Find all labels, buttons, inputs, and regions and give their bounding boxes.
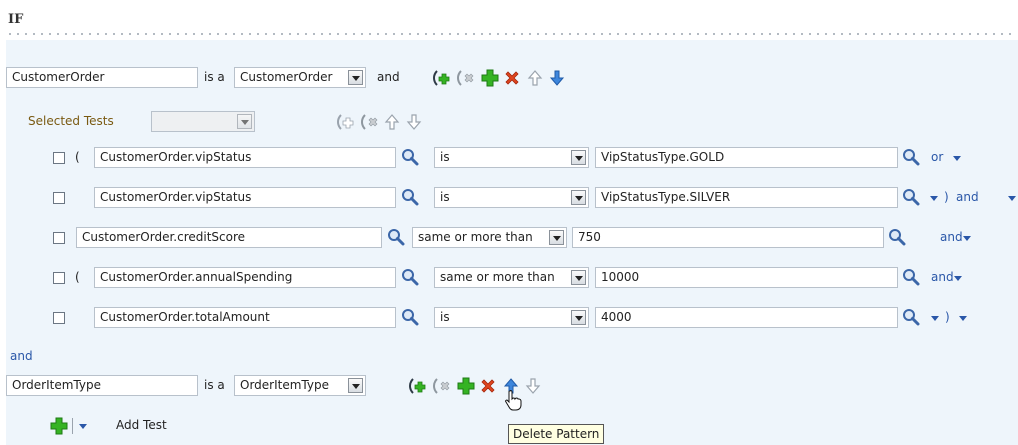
- connector-label[interactable]: and: [931, 267, 954, 288]
- test-field-input[interactable]: CustomerOrder.annualSpending: [94, 267, 396, 288]
- add-nested-paren-icon[interactable]: [408, 377, 430, 395]
- move-down-icon[interactable]: [548, 69, 566, 87]
- operator-select[interactable]: is: [434, 147, 589, 168]
- close-paren: ): [944, 190, 949, 204]
- caret-down-icon[interactable]: [1008, 196, 1016, 201]
- chevron-down-icon[interactable]: [348, 378, 363, 393]
- chevron-down-icon[interactable]: [571, 150, 586, 165]
- pattern-connector: and: [377, 70, 400, 84]
- move-down-disabled-icon: [405, 113, 423, 131]
- hand-cursor-icon: [504, 389, 522, 411]
- add-test-icon[interactable]: [50, 417, 68, 435]
- fact-type-value: OrderItemType: [240, 378, 329, 392]
- remove-nested-paren-disabled-icon: [360, 113, 382, 131]
- test-checkbox[interactable]: [53, 152, 65, 164]
- move-down-icon[interactable]: [524, 377, 542, 395]
- operator-select[interactable]: same or more than: [412, 227, 567, 248]
- chevron-down-icon[interactable]: [348, 70, 363, 85]
- open-paren: (: [75, 270, 80, 284]
- connector-label[interactable]: and: [956, 187, 979, 208]
- caret-down-icon[interactable]: [963, 236, 971, 241]
- test-field-input[interactable]: CustomerOrder.totalAmount: [94, 307, 396, 328]
- move-up-icon[interactable]: [526, 69, 544, 87]
- delete-pattern-icon[interactable]: [503, 69, 521, 87]
- chevron-down-icon[interactable]: [571, 310, 586, 325]
- move-up-disabled-icon: [383, 113, 401, 131]
- operator-value: same or more than: [440, 270, 555, 284]
- is-a-label: is a: [204, 378, 225, 392]
- test-field-input[interactable]: CustomerOrder.creditScore: [76, 227, 382, 248]
- pattern-alias-input[interactable]: OrderItemType: [6, 375, 198, 396]
- separator: [72, 418, 73, 434]
- delete-pattern-icon[interactable]: [479, 377, 497, 395]
- operator-value: is: [440, 190, 450, 204]
- between-patterns-connector[interactable]: and: [10, 346, 33, 367]
- test-value-input[interactable]: VipStatusType.GOLD: [595, 147, 898, 168]
- test-checkbox[interactable]: [53, 192, 65, 204]
- search-icon[interactable]: [888, 228, 906, 246]
- open-paren: (: [75, 150, 80, 164]
- operator-value: same or more than: [418, 230, 533, 244]
- search-icon[interactable]: [401, 308, 419, 326]
- caret-down-icon[interactable]: [953, 156, 961, 161]
- test-checkbox[interactable]: [53, 312, 65, 324]
- search-icon[interactable]: [902, 308, 920, 326]
- search-icon[interactable]: [902, 188, 920, 206]
- caret-down-icon[interactable]: [954, 276, 962, 281]
- caret-down-icon[interactable]: [930, 196, 938, 201]
- chevron-down-icon[interactable]: [571, 270, 586, 285]
- pattern-alias-input[interactable]: CustomerOrder: [6, 67, 198, 88]
- test-field-input[interactable]: CustomerOrder.vipStatus: [94, 187, 396, 208]
- fact-type-value: CustomerOrder: [240, 70, 333, 84]
- search-icon[interactable]: [387, 228, 405, 246]
- selected-tests-label: Selected Tests: [28, 114, 114, 128]
- if-label: IF: [8, 12, 24, 27]
- is-a-label: is a: [204, 70, 225, 84]
- selected-tests-select: [151, 111, 255, 132]
- chevron-down-icon[interactable]: [571, 190, 586, 205]
- operator-value: is: [440, 150, 450, 164]
- add-test-label[interactable]: Add Test: [116, 415, 167, 436]
- rule-panel: CustomerOrder is a CustomerOrder and Sel…: [6, 40, 1018, 445]
- search-icon[interactable]: [401, 148, 419, 166]
- test-checkbox[interactable]: [53, 232, 65, 244]
- add-nested-paren-disabled-icon: [336, 113, 358, 131]
- operator-select[interactable]: is: [434, 187, 589, 208]
- dotted-separator: [6, 33, 1012, 35]
- fact-type-select[interactable]: OrderItemType: [234, 375, 366, 396]
- add-pattern-icon[interactable]: [481, 69, 499, 87]
- caret-down-icon[interactable]: [79, 424, 87, 429]
- chevron-down-icon: [237, 114, 252, 129]
- test-value-input[interactable]: 4000: [595, 307, 898, 328]
- remove-nested-paren-icon[interactable]: [432, 377, 454, 395]
- tooltip: Delete Pattern: [508, 424, 605, 444]
- close-paren: ): [945, 310, 950, 324]
- caret-down-icon[interactable]: [959, 316, 967, 321]
- connector-label[interactable]: or: [931, 147, 943, 168]
- add-pattern-icon[interactable]: [457, 377, 475, 395]
- search-icon[interactable]: [401, 268, 419, 286]
- search-icon[interactable]: [401, 188, 419, 206]
- connector-label[interactable]: and: [940, 227, 963, 248]
- add-nested-paren-icon[interactable]: [432, 69, 454, 87]
- test-value-input[interactable]: VipStatusType.SILVER: [595, 187, 898, 208]
- operator-select[interactable]: is: [434, 307, 589, 328]
- chevron-down-icon[interactable]: [549, 230, 564, 245]
- search-icon[interactable]: [902, 268, 920, 286]
- caret-down-icon[interactable]: [931, 316, 939, 321]
- test-checkbox[interactable]: [53, 272, 65, 284]
- test-field-input[interactable]: CustomerOrder.vipStatus: [94, 147, 396, 168]
- test-value-input[interactable]: 10000: [595, 267, 898, 288]
- remove-nested-paren-icon[interactable]: [456, 69, 478, 87]
- operator-value: is: [440, 310, 450, 324]
- search-icon[interactable]: [902, 148, 920, 166]
- test-value-input[interactable]: 750: [572, 227, 884, 248]
- operator-select[interactable]: same or more than: [434, 267, 589, 288]
- fact-type-select[interactable]: CustomerOrder: [234, 67, 366, 88]
